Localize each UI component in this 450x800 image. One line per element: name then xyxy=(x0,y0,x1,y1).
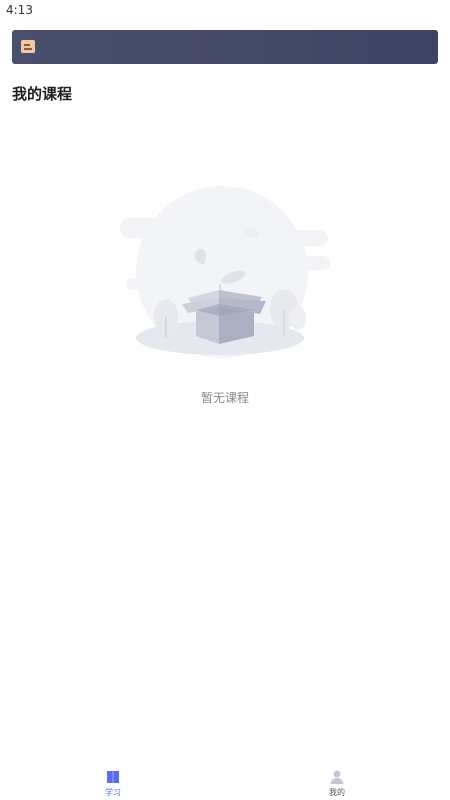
empty-box-illustration xyxy=(120,186,330,358)
person-icon xyxy=(330,770,344,784)
tab-mine[interactable]: 我的 xyxy=(297,764,377,800)
status-time: 4:13 xyxy=(6,3,33,17)
bottom-tab-bar: 学习 我的 xyxy=(0,764,450,800)
book-icon xyxy=(107,771,119,783)
page-title: 我的课程 xyxy=(12,85,73,103)
notebook-icon[interactable] xyxy=(21,40,35,53)
status-bar: 4:13 xyxy=(0,0,450,20)
empty-message: 暂无课程 xyxy=(200,391,249,405)
header-banner[interactable] xyxy=(12,30,438,64)
tab-study-label: 学习 xyxy=(105,788,121,797)
tab-mine-label: 我的 xyxy=(329,788,345,797)
tab-study[interactable]: 学习 xyxy=(73,764,153,800)
